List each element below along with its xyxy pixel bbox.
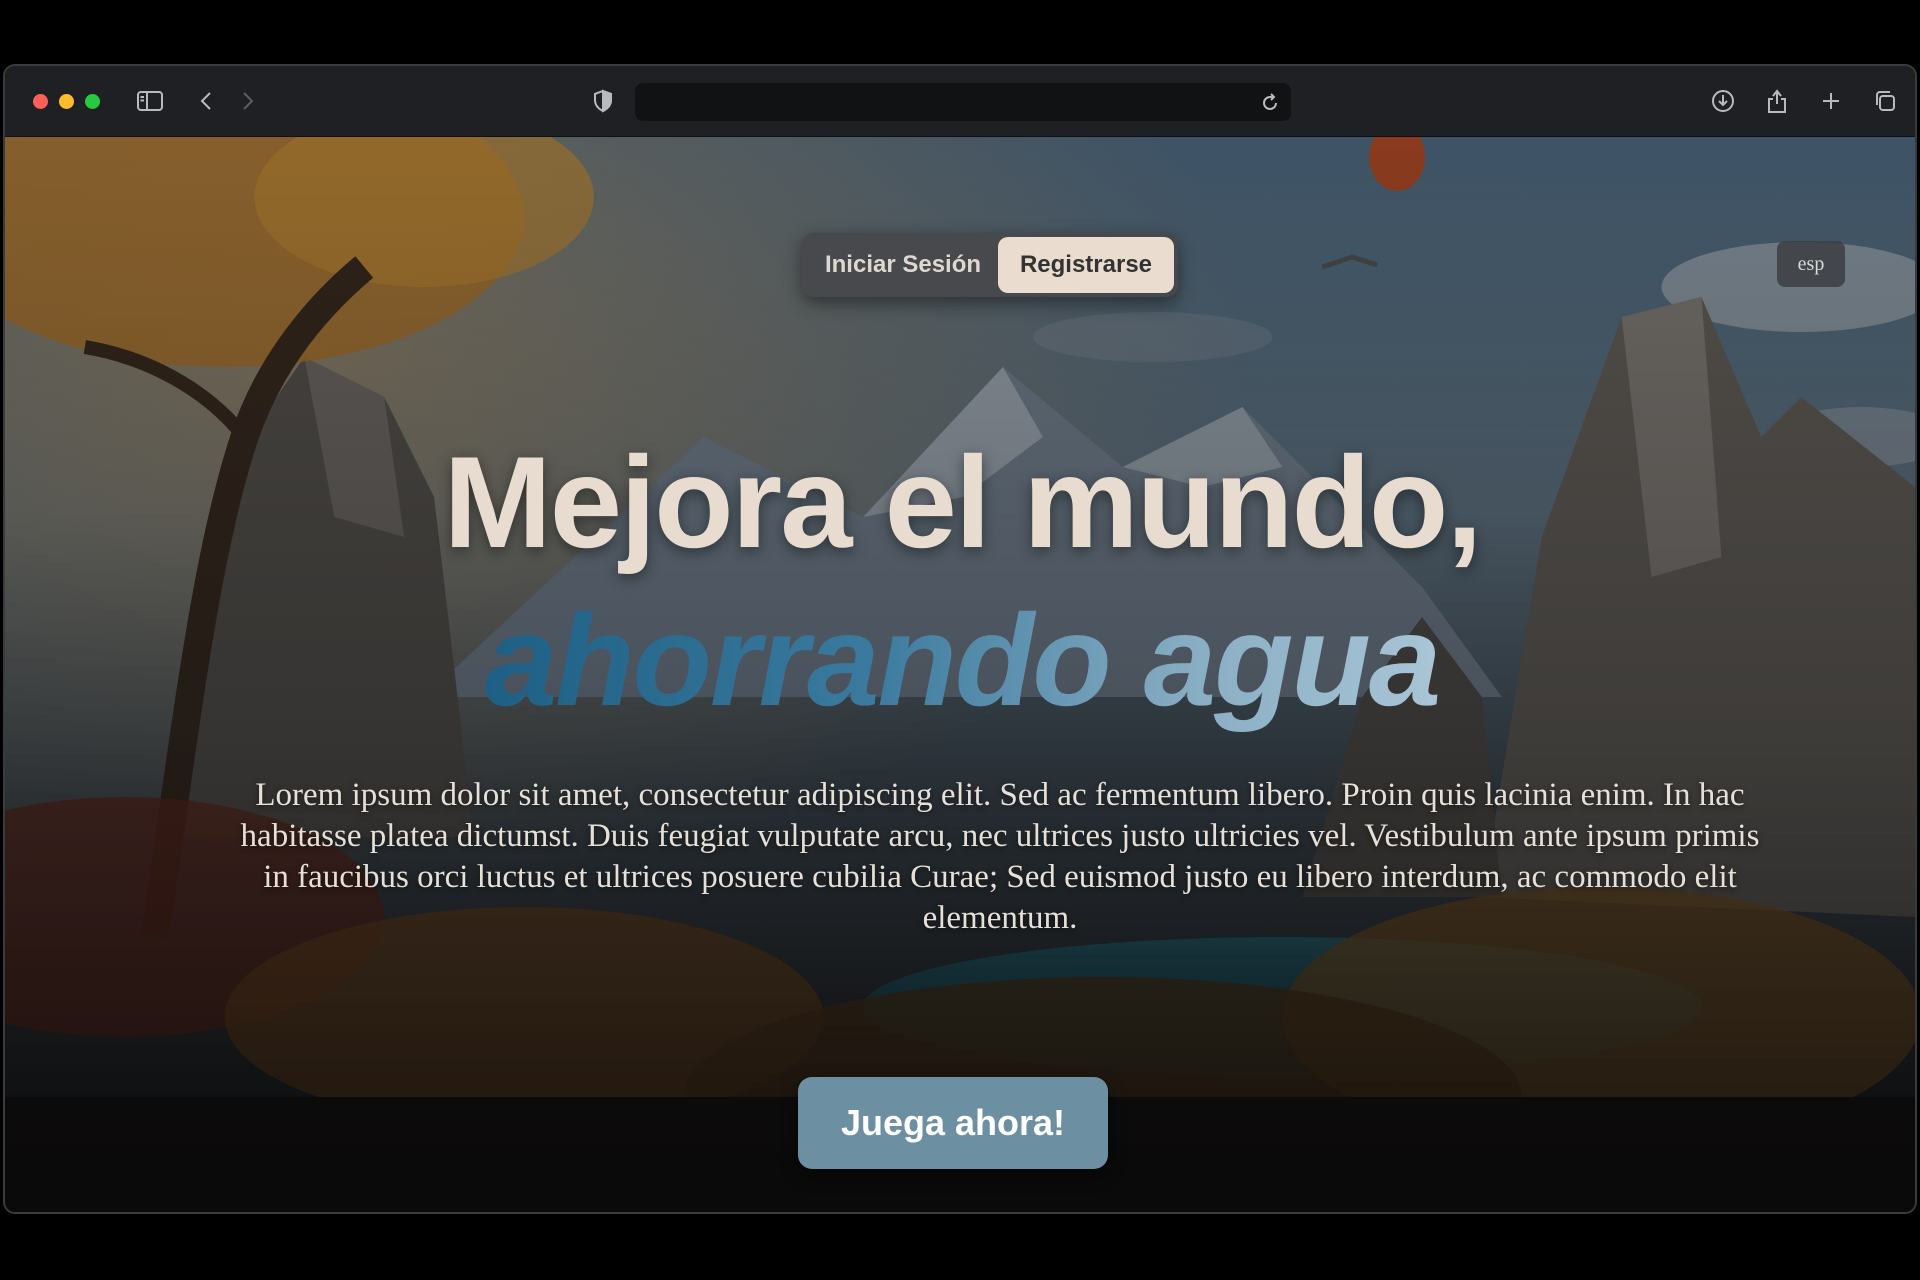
- new-tab-icon[interactable]: [1816, 86, 1846, 116]
- forward-icon[interactable]: [233, 86, 263, 116]
- tabs-overview-icon[interactable]: [1870, 86, 1900, 116]
- close-window-button[interactable]: [33, 94, 48, 109]
- play-now-button[interactable]: Juega ahora!: [798, 1077, 1108, 1169]
- minimize-window-button[interactable]: [59, 94, 74, 109]
- zoom-window-button[interactable]: [85, 94, 100, 109]
- hero-title-line-1: Mejora el mundo,: [443, 429, 1482, 575]
- browser-toolbar: [5, 66, 1915, 137]
- hero-title-line-2: ahorrando agua: [5, 585, 1915, 735]
- address-bar[interactable]: [635, 83, 1291, 121]
- register-button[interactable]: Registrarse: [998, 237, 1174, 293]
- hero-description: Lorem ipsum dolor sit amet, consectetur …: [240, 777, 1760, 936]
- login-button[interactable]: Iniciar Sesión: [808, 237, 998, 293]
- browser-window: Iniciar Sesión Registrarse esp Mejora el…: [3, 64, 1917, 1214]
- share-icon[interactable]: [1762, 86, 1792, 116]
- sidebar-icon[interactable]: [135, 86, 165, 116]
- reload-icon[interactable]: [1255, 87, 1285, 117]
- page-viewport: Iniciar Sesión Registrarse esp Mejora el…: [5, 137, 1915, 1212]
- hero-title-gradient-text: ahorrando agua: [484, 587, 1441, 733]
- auth-toggle: Iniciar Sesión Registrarse: [802, 233, 1178, 297]
- shield-icon[interactable]: [588, 86, 618, 116]
- language-selector[interactable]: esp: [1777, 241, 1845, 287]
- download-icon[interactable]: [1708, 86, 1738, 116]
- back-icon[interactable]: [191, 86, 221, 116]
